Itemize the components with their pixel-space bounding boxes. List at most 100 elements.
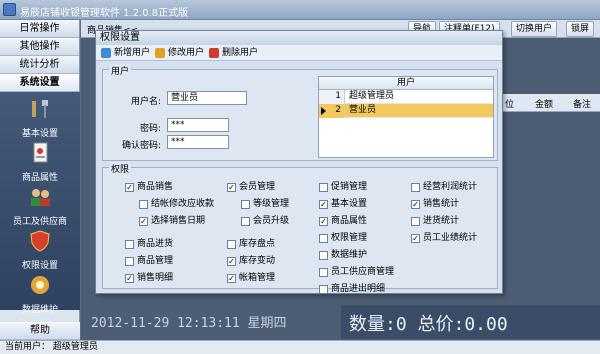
permission-checkbox[interactable]: ✓ 基本设置 bbox=[319, 199, 367, 210]
checkbox-box bbox=[319, 183, 328, 192]
nav-tool-panel: 基本设置 商品属性 员工及供应商 权限设置 数据维护 bbox=[0, 92, 80, 315]
password-field[interactable]: *** bbox=[167, 118, 229, 132]
current-user-label: 当前用户： bbox=[5, 342, 51, 352]
user-list[interactable]: 用户 1 超级管理员 2 营业员 bbox=[318, 76, 494, 158]
switch-user-button[interactable]: 切换用户 bbox=[511, 21, 558, 37]
permission-label: 销售明细 bbox=[137, 273, 174, 283]
permission-checkbox[interactable]: 数据维护 bbox=[319, 250, 367, 261]
permission-checkbox[interactable]: 库存盘点 bbox=[227, 239, 275, 250]
checkbox-box bbox=[319, 234, 328, 243]
permission-dialog: 权限设置 新增用户 修改用户 删除用户 用户 用户名: 营业员 密码: *** … bbox=[95, 30, 503, 294]
delete-user-button[interactable]: 删除用户 bbox=[208, 46, 258, 60]
tool-basic-settings[interactable]: 基本设置 bbox=[0, 98, 80, 139]
add-user-button[interactable]: 新增用户 bbox=[100, 46, 150, 60]
tool-data-maintenance[interactable]: 数据维护 bbox=[0, 274, 80, 315]
database-icon bbox=[31, 276, 49, 294]
user-list-header: 用户 bbox=[319, 77, 493, 90]
tool-label: 权限设置 bbox=[21, 261, 58, 271]
permission-label: 会员管理 bbox=[239, 182, 276, 192]
document-icon bbox=[33, 142, 48, 163]
edit-user-button[interactable]: 修改用户 bbox=[154, 46, 204, 60]
confirm-password-label: 确认密码: bbox=[121, 141, 161, 151]
window-title-bar: 易辰店铺收银管理软件 1.2.0.8正式版 bbox=[0, 0, 600, 20]
permission-checkbox[interactable]: ✓ 员工业绩统计 bbox=[411, 233, 477, 244]
nav-other-ops[interactable]: 其他操作 bbox=[0, 38, 79, 56]
delete-user-label: 删除用户 bbox=[222, 48, 259, 58]
permission-checkbox[interactable]: 商品进出明细 bbox=[319, 284, 385, 295]
nav-system-settings[interactable]: 系统设置 bbox=[0, 74, 79, 92]
permission-checkbox[interactable]: 结帐修改应收款 bbox=[139, 199, 214, 210]
permission-checkbox[interactable]: ✓ 销售统计 bbox=[411, 199, 459, 210]
window-title: 易辰店铺收银管理软件 1.2.0.8正式版 bbox=[20, 8, 189, 19]
tools-icon bbox=[32, 100, 48, 118]
permission-checkbox[interactable]: 商品进货 bbox=[125, 239, 173, 250]
permission-label: 库存盘点 bbox=[239, 239, 276, 249]
edit-user-icon bbox=[155, 48, 165, 58]
lock-screen-button[interactable]: 锁屏 bbox=[566, 21, 595, 37]
checkbox-box bbox=[241, 200, 250, 209]
checkmark-icon: ✓ bbox=[319, 200, 328, 209]
left-nav: 日常操作 其他操作 统计分析 系统设置 基本设置 商品属性 员工及供应商 权限设… bbox=[0, 20, 80, 340]
status-bar: 当前用户： 超级管理员 bbox=[0, 340, 600, 354]
permission-label: 经营利润统计 bbox=[423, 182, 478, 192]
permission-label: 库存变动 bbox=[239, 256, 276, 266]
permission-checkbox[interactable]: ✓ 帐箱管理 bbox=[227, 273, 275, 284]
permission-label: 会员升级 bbox=[253, 216, 290, 226]
permission-checkbox[interactable]: 进货统计 bbox=[411, 216, 459, 227]
permission-label: 员工业绩统计 bbox=[423, 233, 478, 243]
checkbox-box bbox=[139, 200, 148, 209]
permission-checkbox[interactable]: 权限管理 bbox=[319, 233, 367, 244]
permission-label: 权限管理 bbox=[331, 233, 368, 243]
user-name-cell: 营业员 bbox=[349, 105, 377, 115]
row-pointer-icon bbox=[321, 107, 326, 115]
checkbox-box bbox=[125, 240, 134, 249]
permission-checkbox[interactable]: 促销管理 bbox=[319, 182, 367, 193]
delete-user-icon bbox=[209, 48, 219, 58]
checkbox-box bbox=[319, 285, 328, 294]
permission-checkbox[interactable]: 会员升级 bbox=[241, 216, 289, 227]
checkmark-icon: ✓ bbox=[319, 217, 328, 226]
password-label: 密码: bbox=[139, 124, 161, 134]
nav-daily-ops[interactable]: 日常操作 bbox=[0, 20, 79, 38]
username-field[interactable]: 营业员 bbox=[167, 91, 247, 105]
confirm-password-field[interactable]: *** bbox=[167, 135, 229, 149]
permission-label: 销售统计 bbox=[423, 199, 460, 209]
checkmark-icon: ✓ bbox=[411, 200, 420, 209]
permission-checkbox[interactable]: ✓ 会员管理 bbox=[227, 182, 275, 193]
permission-checkbox[interactable]: 等级管理 bbox=[241, 199, 289, 210]
checkmark-icon: ✓ bbox=[125, 274, 134, 283]
permission-label: 结帐修改应收款 bbox=[151, 199, 215, 209]
tool-permission-settings[interactable]: 权限设置 bbox=[0, 230, 80, 271]
permission-checkbox[interactable]: ✓ 库存变动 bbox=[227, 256, 275, 267]
nav-stats[interactable]: 统计分析 bbox=[0, 56, 79, 74]
tool-staff-suppliers[interactable]: 员工及供应商 bbox=[0, 186, 80, 227]
permission-checkbox[interactable]: ✓ 商品属性 bbox=[319, 216, 367, 227]
permission-checkbox[interactable]: ✓ 商品销售 bbox=[125, 182, 173, 193]
tool-product-attrs[interactable]: 商品属性 bbox=[0, 142, 80, 183]
user-row[interactable]: 2 营业员 bbox=[319, 104, 493, 118]
add-user-label: 新增用户 bbox=[114, 48, 151, 58]
permission-checkbox[interactable]: 员工供应商管理 bbox=[319, 267, 394, 278]
totals-text: 数量:0 总价:0.00 bbox=[349, 314, 508, 335]
permission-checkbox[interactable]: 商品管理 bbox=[125, 256, 173, 267]
app-icon bbox=[3, 3, 16, 16]
datetime-display: 2012-11-29 12:13:11 星期四 bbox=[91, 316, 287, 331]
permission-checkbox[interactable]: ✓ 销售明细 bbox=[125, 273, 173, 284]
checkbox-box bbox=[125, 257, 134, 266]
current-user-value: 超级管理员 bbox=[52, 342, 98, 352]
permission-checkbox[interactable]: ✓ 选择销售日期 bbox=[139, 216, 205, 227]
shield-icon bbox=[30, 230, 50, 252]
permission-label: 基本设置 bbox=[331, 199, 368, 209]
user-group-label: 用户 bbox=[109, 64, 132, 77]
checkmark-icon: ✓ bbox=[227, 274, 236, 283]
checkbox-box bbox=[319, 268, 328, 277]
checkmark-icon: ✓ bbox=[139, 217, 148, 226]
permission-checkbox[interactable]: 经营利润统计 bbox=[411, 182, 477, 193]
user-name-cell: 超级管理员 bbox=[349, 91, 395, 101]
user-row[interactable]: 1 超级管理员 bbox=[319, 90, 493, 104]
dialog-title: 权限设置 bbox=[96, 31, 502, 45]
sales-grid-header: 位 金额 备注 bbox=[501, 94, 600, 112]
users-icon bbox=[31, 189, 50, 206]
nav-help[interactable]: 帮助 bbox=[0, 322, 80, 340]
permission-label: 等级管理 bbox=[253, 199, 290, 209]
